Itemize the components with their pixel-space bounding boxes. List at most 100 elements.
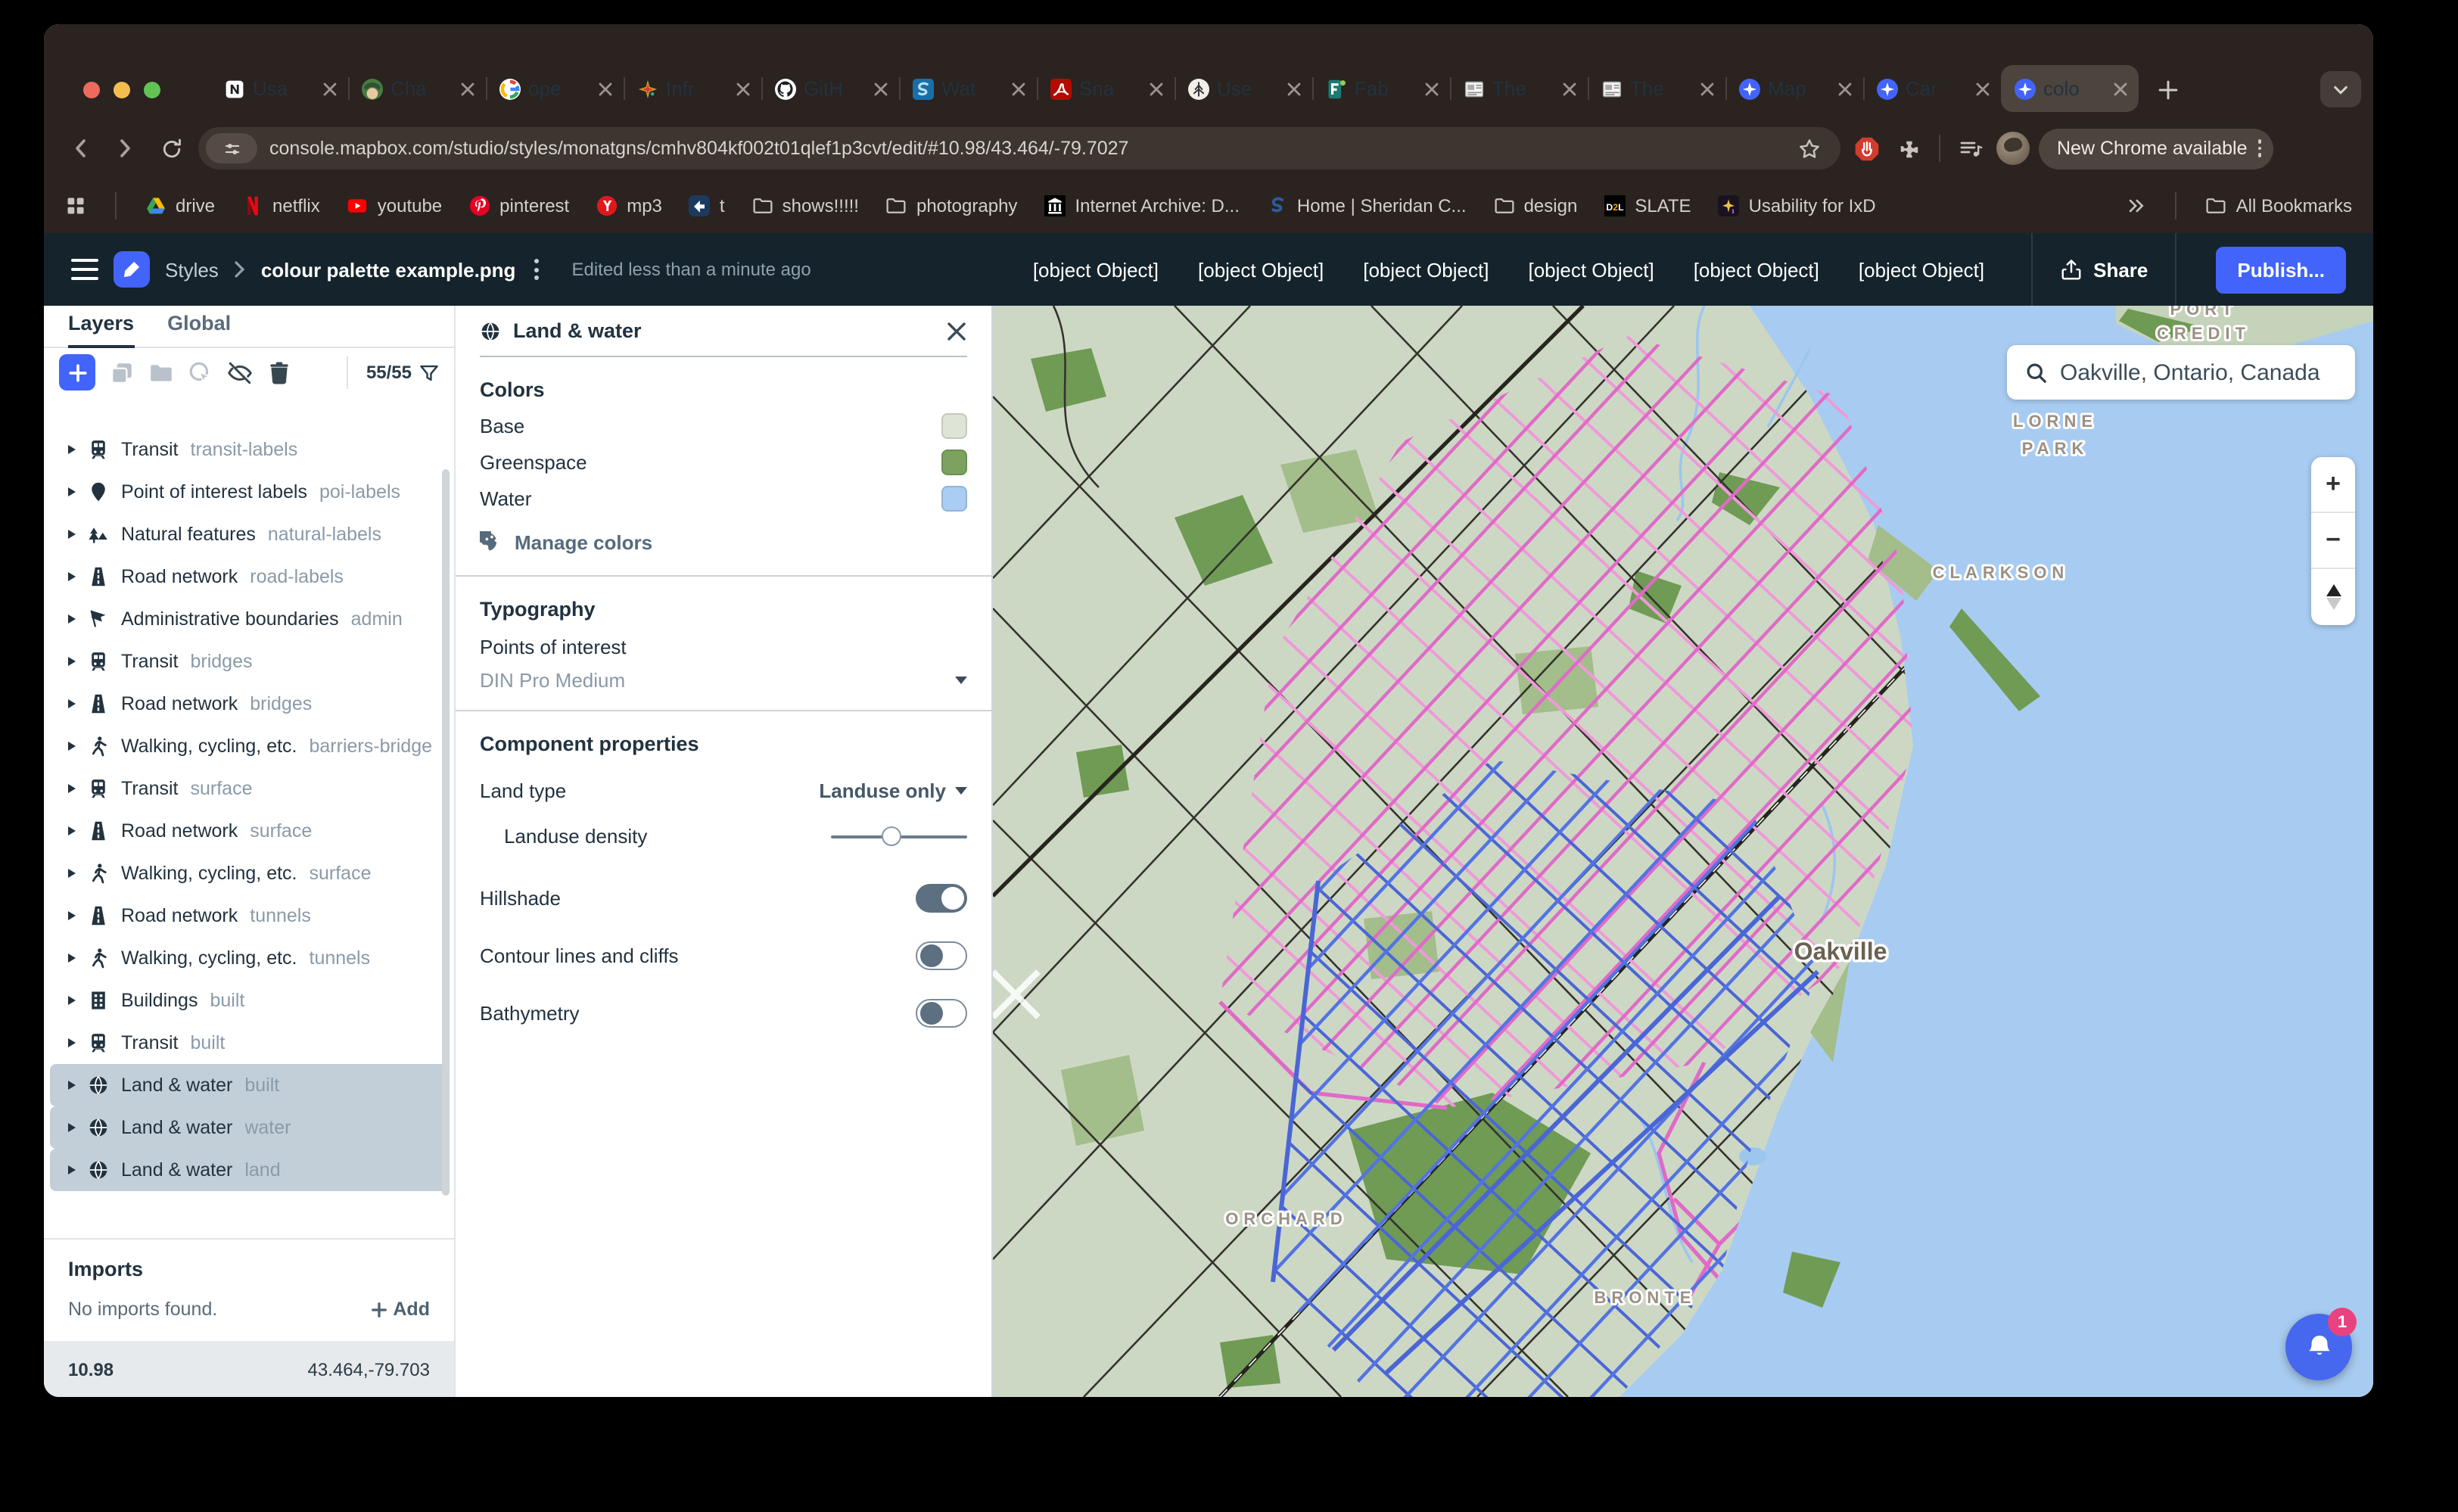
browser-tab[interactable]: Wat — [899, 65, 1037, 112]
delete-layer-button[interactable] — [266, 359, 292, 385]
add-layer-button[interactable] — [59, 354, 95, 390]
forward-button[interactable] — [107, 130, 144, 166]
bookmark-star-button[interactable] — [1792, 132, 1825, 165]
breadcrumb[interactable]: Styles — [165, 258, 219, 281]
notifications-button[interactable]: 1 — [2285, 1314, 2352, 1380]
layer-row[interactable]: Administrative boundaries admin — [50, 598, 448, 640]
select-feature-button[interactable] — [188, 359, 213, 385]
layer-row[interactable]: Land & water built — [50, 1064, 448, 1106]
landuse-density-slider[interactable] — [831, 826, 967, 846]
tab-close-button[interactable] — [459, 79, 477, 98]
header-nav-item[interactable]: [object Object] — [1508, 258, 1673, 281]
browser-tab[interactable]: Map — [1725, 65, 1863, 112]
expand-caret-icon[interactable] — [68, 699, 76, 708]
map-search-box[interactable]: Oakville, Ontario, Canada — [2007, 345, 2355, 400]
tab-close-button[interactable] — [1423, 79, 1441, 98]
profile-avatar[interactable] — [1996, 132, 2030, 165]
reading-list-button[interactable] — [1954, 132, 1987, 165]
hide-layer-button[interactable] — [227, 359, 253, 385]
tab-close-button[interactable] — [734, 79, 752, 98]
style-logo[interactable] — [114, 251, 150, 288]
duplicate-layer-button[interactable] — [109, 359, 135, 385]
bookmark-item[interactable]: drive — [145, 195, 215, 216]
compass-button[interactable] — [2311, 569, 2355, 625]
layer-row[interactable]: Road network surface — [50, 810, 448, 852]
browser-tab[interactable]: colo — [2001, 65, 2139, 112]
color-row[interactable]: Greenspace — [480, 443, 967, 480]
tab-close-button[interactable] — [1285, 79, 1303, 98]
expand-caret-icon[interactable] — [68, 445, 76, 454]
expand-caret-icon[interactable] — [68, 1123, 76, 1132]
search-query[interactable]: Oakville, Ontario, Canada — [2060, 359, 2320, 385]
color-row[interactable]: Base — [480, 407, 967, 443]
expand-caret-icon[interactable] — [68, 487, 76, 496]
tab-search-button[interactable] — [2320, 71, 2361, 107]
bookmark-item[interactable]: t — [689, 195, 725, 216]
tab-close-button[interactable] — [321, 79, 339, 98]
browser-tab[interactable]: Use — [1175, 65, 1312, 112]
header-nav-item[interactable]: [object Object] — [1674, 258, 1839, 281]
tab-close-button[interactable] — [1836, 79, 1854, 98]
chrome-update-chip[interactable]: New Chrome available — [2039, 128, 2274, 169]
expand-caret-icon[interactable] — [68, 530, 76, 539]
layer-row[interactable]: Land & water land — [50, 1149, 448, 1191]
zoom-in-button[interactable]: + — [2311, 457, 2355, 513]
bookmark-item[interactable]: Internet Archive: D... — [1044, 195, 1239, 216]
style-options-button[interactable] — [534, 259, 538, 280]
publish-button[interactable]: Publish... — [2216, 246, 2346, 293]
color-swatch[interactable] — [941, 485, 967, 511]
header-nav-item[interactable]: [object Object] — [1839, 258, 2004, 281]
layer-row[interactable]: Walking, cycling, etc. tunnels — [50, 937, 448, 979]
tab-global[interactable]: Global — [167, 306, 231, 348]
layer-row[interactable]: Buildings built — [50, 979, 448, 1022]
expand-caret-icon[interactable] — [68, 1165, 76, 1174]
layer-row[interactable]: Transit bridges — [50, 640, 448, 683]
expand-caret-icon[interactable] — [68, 784, 76, 793]
layer-row[interactable]: Walking, cycling, etc. barriers-bridges — [50, 725, 448, 767]
layer-row[interactable]: Road network road-labels — [50, 555, 448, 598]
bookmark-item[interactable]: shows!!!!! — [752, 195, 859, 216]
tab-close-button[interactable] — [1147, 79, 1165, 98]
all-bookmarks-button[interactable]: All Bookmarks — [2206, 195, 2352, 216]
layer-row[interactable]: Transit built — [50, 1022, 448, 1064]
bookmark-item[interactable]: D2L SLATE — [1604, 195, 1691, 216]
apps-grid-icon[interactable] — [65, 195, 86, 216]
tab-layers[interactable]: Layers — [68, 306, 134, 348]
expand-caret-icon[interactable] — [68, 911, 76, 920]
zoom-window-button[interactable] — [144, 82, 160, 98]
layer-filter-button[interactable]: 55/55 — [347, 356, 439, 389]
color-row[interactable]: Water — [480, 480, 967, 516]
browser-tab[interactable]: Infr — [624, 65, 761, 112]
expand-caret-icon[interactable] — [68, 826, 76, 835]
tab-close-button[interactable] — [1010, 79, 1028, 98]
expand-caret-icon[interactable] — [68, 742, 76, 751]
bookmark-item[interactable]: mp3 — [596, 195, 662, 216]
header-nav-item[interactable]: [object Object] — [1178, 258, 1343, 281]
browser-tab[interactable]: Usa — [210, 65, 348, 112]
expand-caret-icon[interactable] — [68, 657, 76, 666]
bookmark-item[interactable]: design — [1494, 195, 1578, 216]
layers-scrollbar[interactable] — [442, 469, 450, 1196]
new-tab-button[interactable] — [2148, 70, 2187, 109]
back-button[interactable] — [62, 130, 98, 166]
expand-caret-icon[interactable] — [68, 869, 76, 878]
add-import-button[interactable]: Add — [370, 1299, 430, 1320]
manage-colors-button[interactable]: Manage colors — [480, 531, 967, 554]
browser-tab[interactable]: The — [1588, 65, 1725, 112]
expand-caret-icon[interactable] — [68, 996, 76, 1005]
layer-row[interactable]: Natural features natural-labels — [50, 513, 448, 555]
bookmark-item[interactable]: pinterest — [469, 195, 569, 216]
map-render[interactable]: PORTCREDITLORNEPARKCLARKSONOakvilleORCHA… — [993, 306, 2373, 1397]
expand-caret-icon[interactable] — [68, 572, 76, 581]
bookmark-item[interactable]: photography — [886, 195, 1017, 216]
site-info-button[interactable] — [206, 133, 257, 163]
browser-tab[interactable]: Sna — [1037, 65, 1175, 112]
map-canvas[interactable]: PORTCREDITLORNEPARKCLARKSONOakvilleORCHA… — [993, 306, 2373, 1397]
zoom-out-button[interactable]: − — [2311, 513, 2355, 569]
bookmark-item[interactable]: netflix — [242, 195, 320, 216]
land-type-select[interactable]: Landuse only — [819, 779, 967, 802]
tab-close-button[interactable] — [1698, 79, 1716, 98]
expand-caret-icon[interactable] — [68, 1081, 76, 1090]
layer-row[interactable]: Point of interest labels poi-labels — [50, 471, 448, 513]
adblock-extension-button[interactable] — [1850, 132, 1883, 165]
